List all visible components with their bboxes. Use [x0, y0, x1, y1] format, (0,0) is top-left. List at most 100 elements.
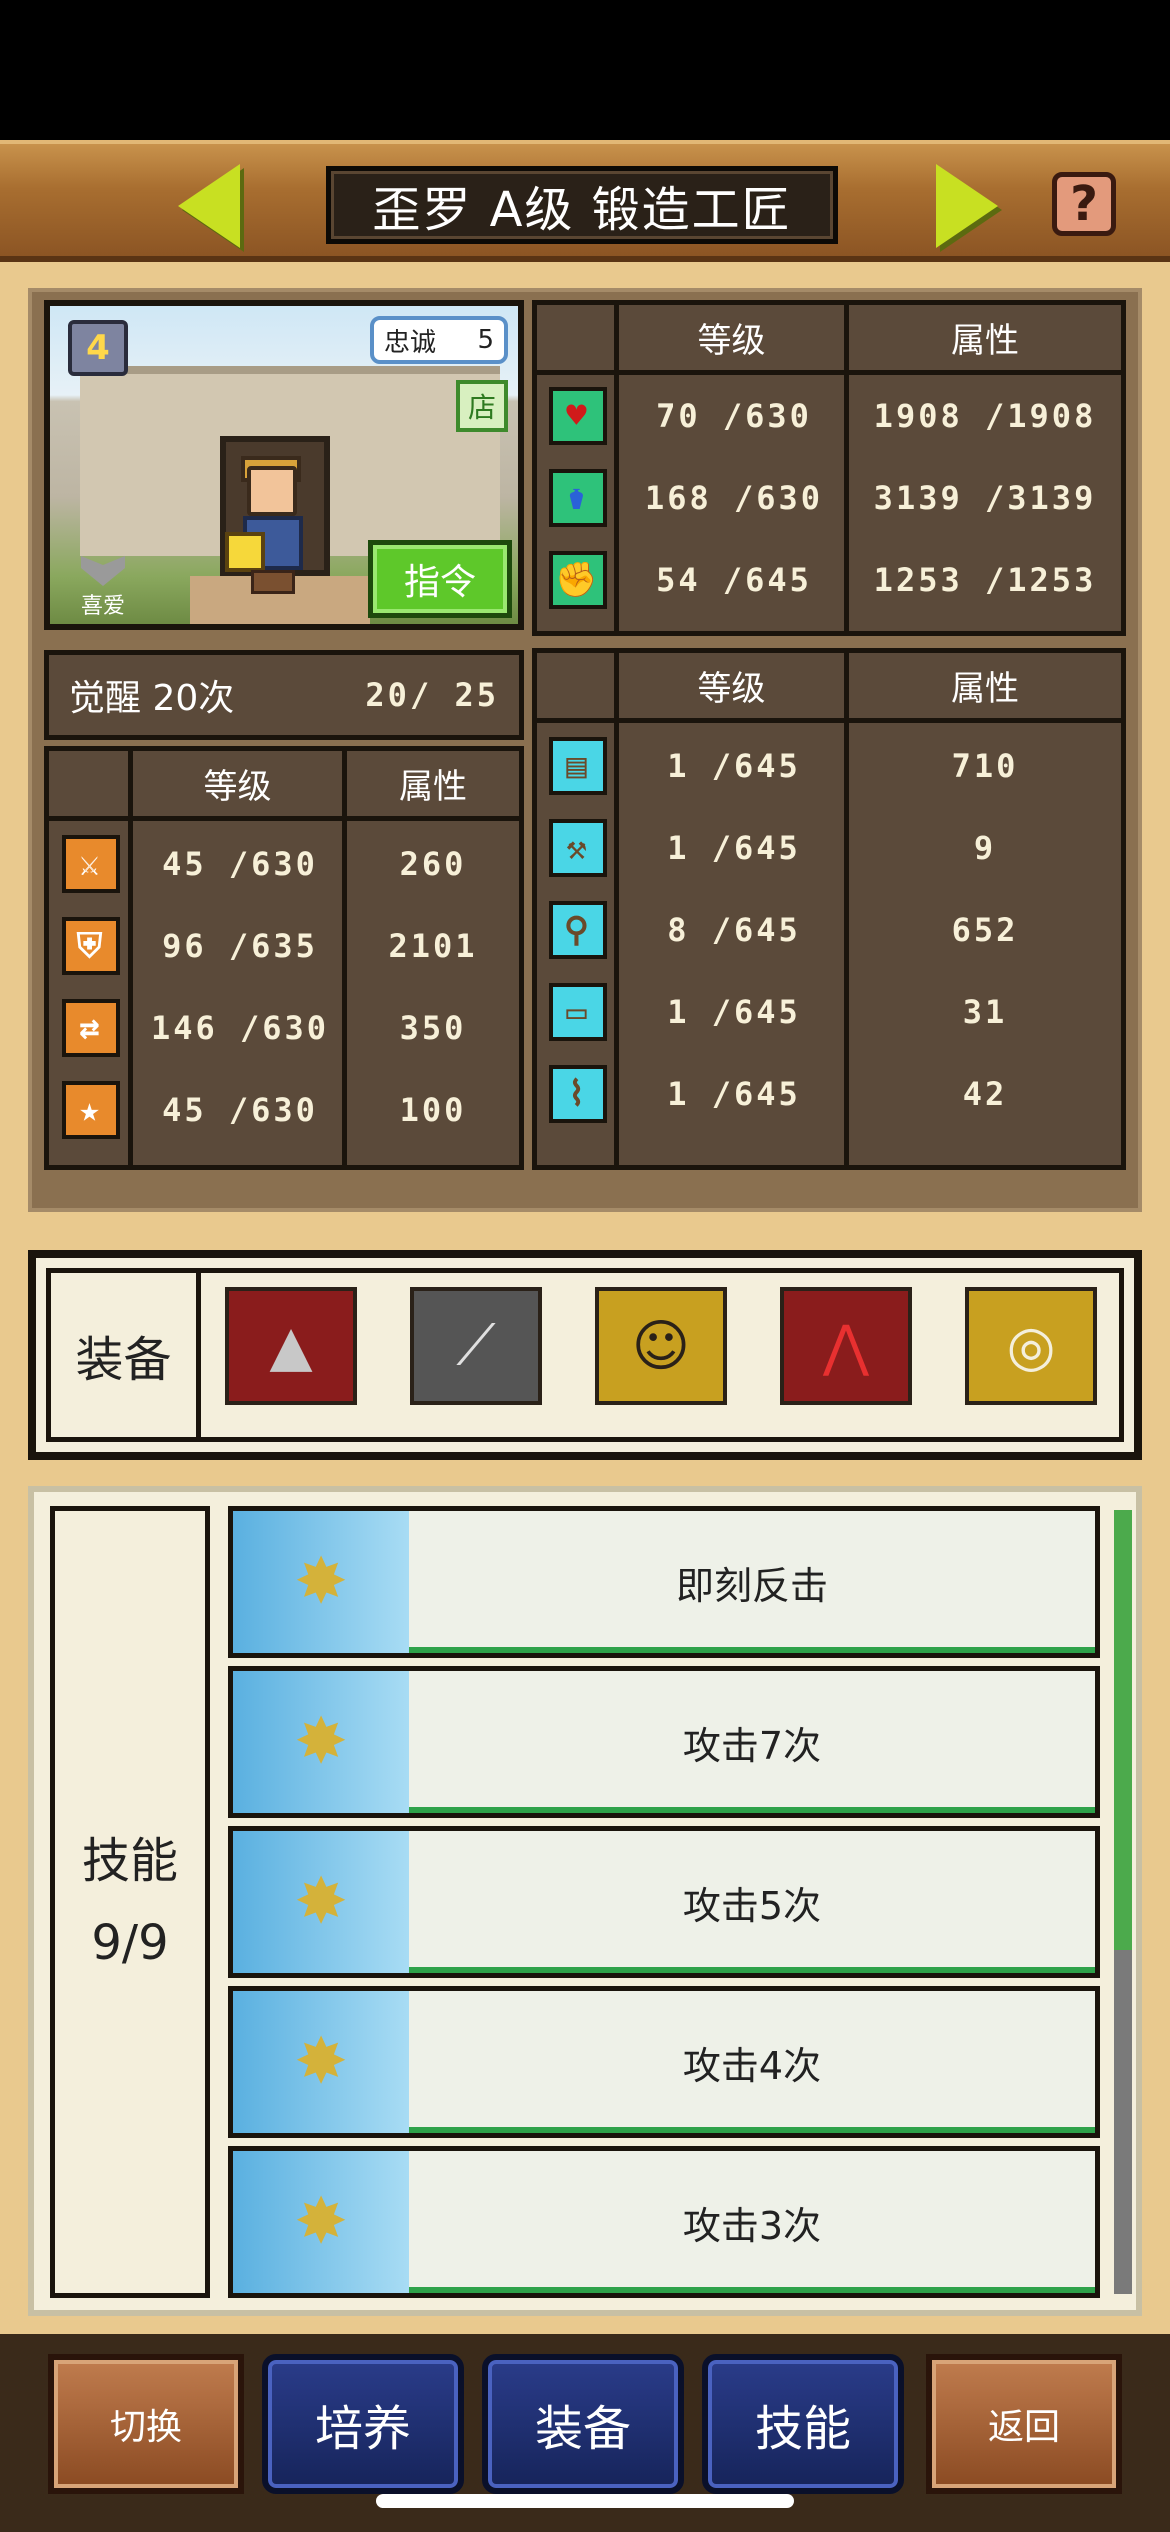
- star-icon: ★: [62, 1081, 120, 1139]
- combat-header-attr: 属性: [347, 751, 519, 816]
- skill-item[interactable]: ✸ 攻击7次: [228, 1666, 1100, 1818]
- combat-header-level: 等级: [133, 751, 347, 816]
- ring-icon[interactable]: ◎: [965, 1287, 1097, 1405]
- switch-button[interactable]: 切换: [48, 2354, 244, 2494]
- crafting-header-level: 等级: [619, 653, 849, 718]
- skill-item[interactable]: ✸ 攻击5次: [228, 1826, 1100, 1978]
- crafting-row: ⌇ 1 /645 42: [537, 1053, 1121, 1135]
- awakening-count: 20/ 25: [365, 676, 499, 714]
- heart-outline-icon: [81, 556, 125, 586]
- crafting-row: ▭ 1 /645 31: [537, 971, 1121, 1053]
- sword-icon: ⚔: [62, 835, 120, 893]
- favorite-label: 喜爱: [80, 594, 125, 619]
- combat-value: 2101: [388, 927, 478, 965]
- spark-sword-icon: ✸: [233, 2151, 409, 2293]
- combat-stats-table: 等级 属性 ⚔ 45 /630 260 ⛨ 96 /635 2101 ⇄ 146…: [44, 746, 524, 1170]
- awakening-label: 觉醒 20次: [69, 678, 235, 719]
- crafting-value: 652: [951, 911, 1019, 949]
- spark-sword-icon: ✸: [233, 1991, 409, 2133]
- combat-row: ⚔ 45 /630 260: [49, 823, 519, 905]
- anvil-icon: ▭: [549, 983, 607, 1041]
- vitals-level: 54 /645: [656, 561, 812, 599]
- vitals-header-level: 等级: [619, 305, 849, 370]
- skills-label: 技能: [81, 1833, 178, 1889]
- vitals-level: 70 /630: [656, 397, 812, 435]
- next-character-arrow-icon[interactable]: [936, 164, 998, 248]
- combat-level: 96 /635: [162, 927, 318, 965]
- heart-icon: ♥: [549, 387, 607, 445]
- skills-button[interactable]: 技能: [702, 2354, 904, 2494]
- character-sprite: [225, 456, 315, 596]
- red-cape-icon[interactable]: ⋀: [780, 1287, 912, 1405]
- skill-name: 攻击7次: [682, 1723, 822, 1768]
- hammer-icon: ⚒: [549, 819, 607, 877]
- potion-icon: ⚱: [549, 469, 607, 527]
- combat-row: ⛨ 96 /635 2101: [49, 905, 519, 987]
- vitals-row: ✊ 54 /645 1253 /1253: [537, 539, 1121, 621]
- crafting-level: 1 /645: [667, 747, 801, 785]
- strength-arm-icon: ✊: [549, 551, 607, 609]
- equipment-panel: 装备 ▲ ⟋ ☺ ⋀ ◎: [28, 1250, 1142, 1460]
- home-indicator[interactable]: [376, 2494, 794, 2508]
- spark-sword-icon: ✸: [233, 1671, 409, 1813]
- skill-item[interactable]: ✸ 攻击3次: [228, 2146, 1100, 2298]
- crafting-header-attr: 属性: [849, 653, 1121, 718]
- crafting-stats-table: 等级 属性 ▤ 1 /645 710 ⚒ 1 /645 9 ⚲ 8 /645 6…: [532, 648, 1126, 1170]
- loyalty-value: 5: [477, 325, 494, 355]
- back-button[interactable]: 返回: [926, 2354, 1122, 2494]
- character-title: 歪罗 A级 锻造工匠: [326, 166, 838, 244]
- skill-name: 攻击5次: [682, 1883, 822, 1928]
- combat-level: 45 /630: [162, 845, 318, 883]
- combat-value: 350: [399, 1009, 467, 1047]
- status-bar-area: [0, 0, 1170, 140]
- title-banner: 歪罗 A级 锻造工匠 ?: [0, 140, 1170, 262]
- combat-row: ⇄ 146 /630 350: [49, 987, 519, 1069]
- spark-sword-icon: ✸: [233, 1831, 409, 1973]
- prev-character-arrow-icon[interactable]: [178, 164, 240, 248]
- skill-name: 攻击3次: [682, 2203, 822, 2248]
- combat-level: 146 /630: [150, 1009, 330, 1047]
- character-portrait: 4 忠诚 5 店 喜爱 指令: [44, 300, 524, 630]
- skill-item[interactable]: ✸ 即刻反击: [228, 1506, 1100, 1658]
- shovel-icon: ⚲: [549, 901, 607, 959]
- loyalty-label: 忠诚: [384, 327, 437, 358]
- combat-row: ★ 45 /630 100: [49, 1069, 519, 1151]
- wizard-hat-icon[interactable]: ▲: [225, 1287, 357, 1405]
- vitals-value: 3139 /3139: [873, 479, 1097, 517]
- skills-scroll-thumb[interactable]: [1114, 1510, 1132, 1950]
- bow-icon[interactable]: ⟋: [410, 1287, 542, 1405]
- combat-value: 260: [399, 845, 467, 883]
- bag-level-icon: 4: [68, 320, 128, 376]
- shop-icon: 店: [456, 380, 508, 432]
- book-icon: ▤: [549, 737, 607, 795]
- combat-level: 45 /630: [162, 1091, 318, 1129]
- train-button[interactable]: 培养: [262, 2354, 464, 2494]
- crafting-value: 42: [962, 1075, 1008, 1113]
- loyalty-badge: 忠诚 5: [370, 316, 508, 364]
- vitals-level: 168 /630: [644, 479, 824, 517]
- crafting-row: ⚲ 8 /645 652: [537, 889, 1121, 971]
- smiley-shield-icon[interactable]: ☺: [595, 1287, 727, 1405]
- equip-button[interactable]: 装备: [482, 2354, 684, 2494]
- skills-scrollbar[interactable]: [1114, 1510, 1132, 2294]
- crafting-level: 1 /645: [667, 829, 801, 867]
- crafting-row: ⚒ 1 /645 9: [537, 807, 1121, 889]
- equipment-label: 装备: [51, 1273, 201, 1437]
- skill-name: 即刻反击: [675, 1563, 828, 1608]
- skill-name: 攻击4次: [682, 2043, 822, 2088]
- awakening-bar: 觉醒 20次 20/ 25: [44, 650, 524, 740]
- vitals-value: 1908 /1908: [873, 397, 1097, 435]
- crafting-level: 8 /645: [667, 911, 801, 949]
- skill-item[interactable]: ✸ 攻击4次: [228, 1986, 1100, 2138]
- vitals-value: 1253 /1253: [873, 561, 1097, 599]
- hose-icon: ⌇: [549, 1065, 607, 1123]
- crafting-value: 31: [962, 993, 1008, 1031]
- crafting-level: 1 /645: [667, 1075, 801, 1113]
- crafting-level: 1 /645: [667, 993, 801, 1031]
- skills-label-box: 技能 9/9: [50, 1506, 210, 2298]
- crafting-row: ▤ 1 /645 710: [537, 725, 1121, 807]
- help-button[interactable]: ?: [1052, 172, 1116, 236]
- command-button[interactable]: 指令: [368, 540, 512, 618]
- favorite-toggle[interactable]: 喜爱: [68, 556, 138, 620]
- skills-panel: 技能 9/9 ✸ 即刻反击 ✸ 攻击7次 ✸ 攻击5次 ✸ 攻击4次 ✸ 攻击3…: [28, 1486, 1142, 2316]
